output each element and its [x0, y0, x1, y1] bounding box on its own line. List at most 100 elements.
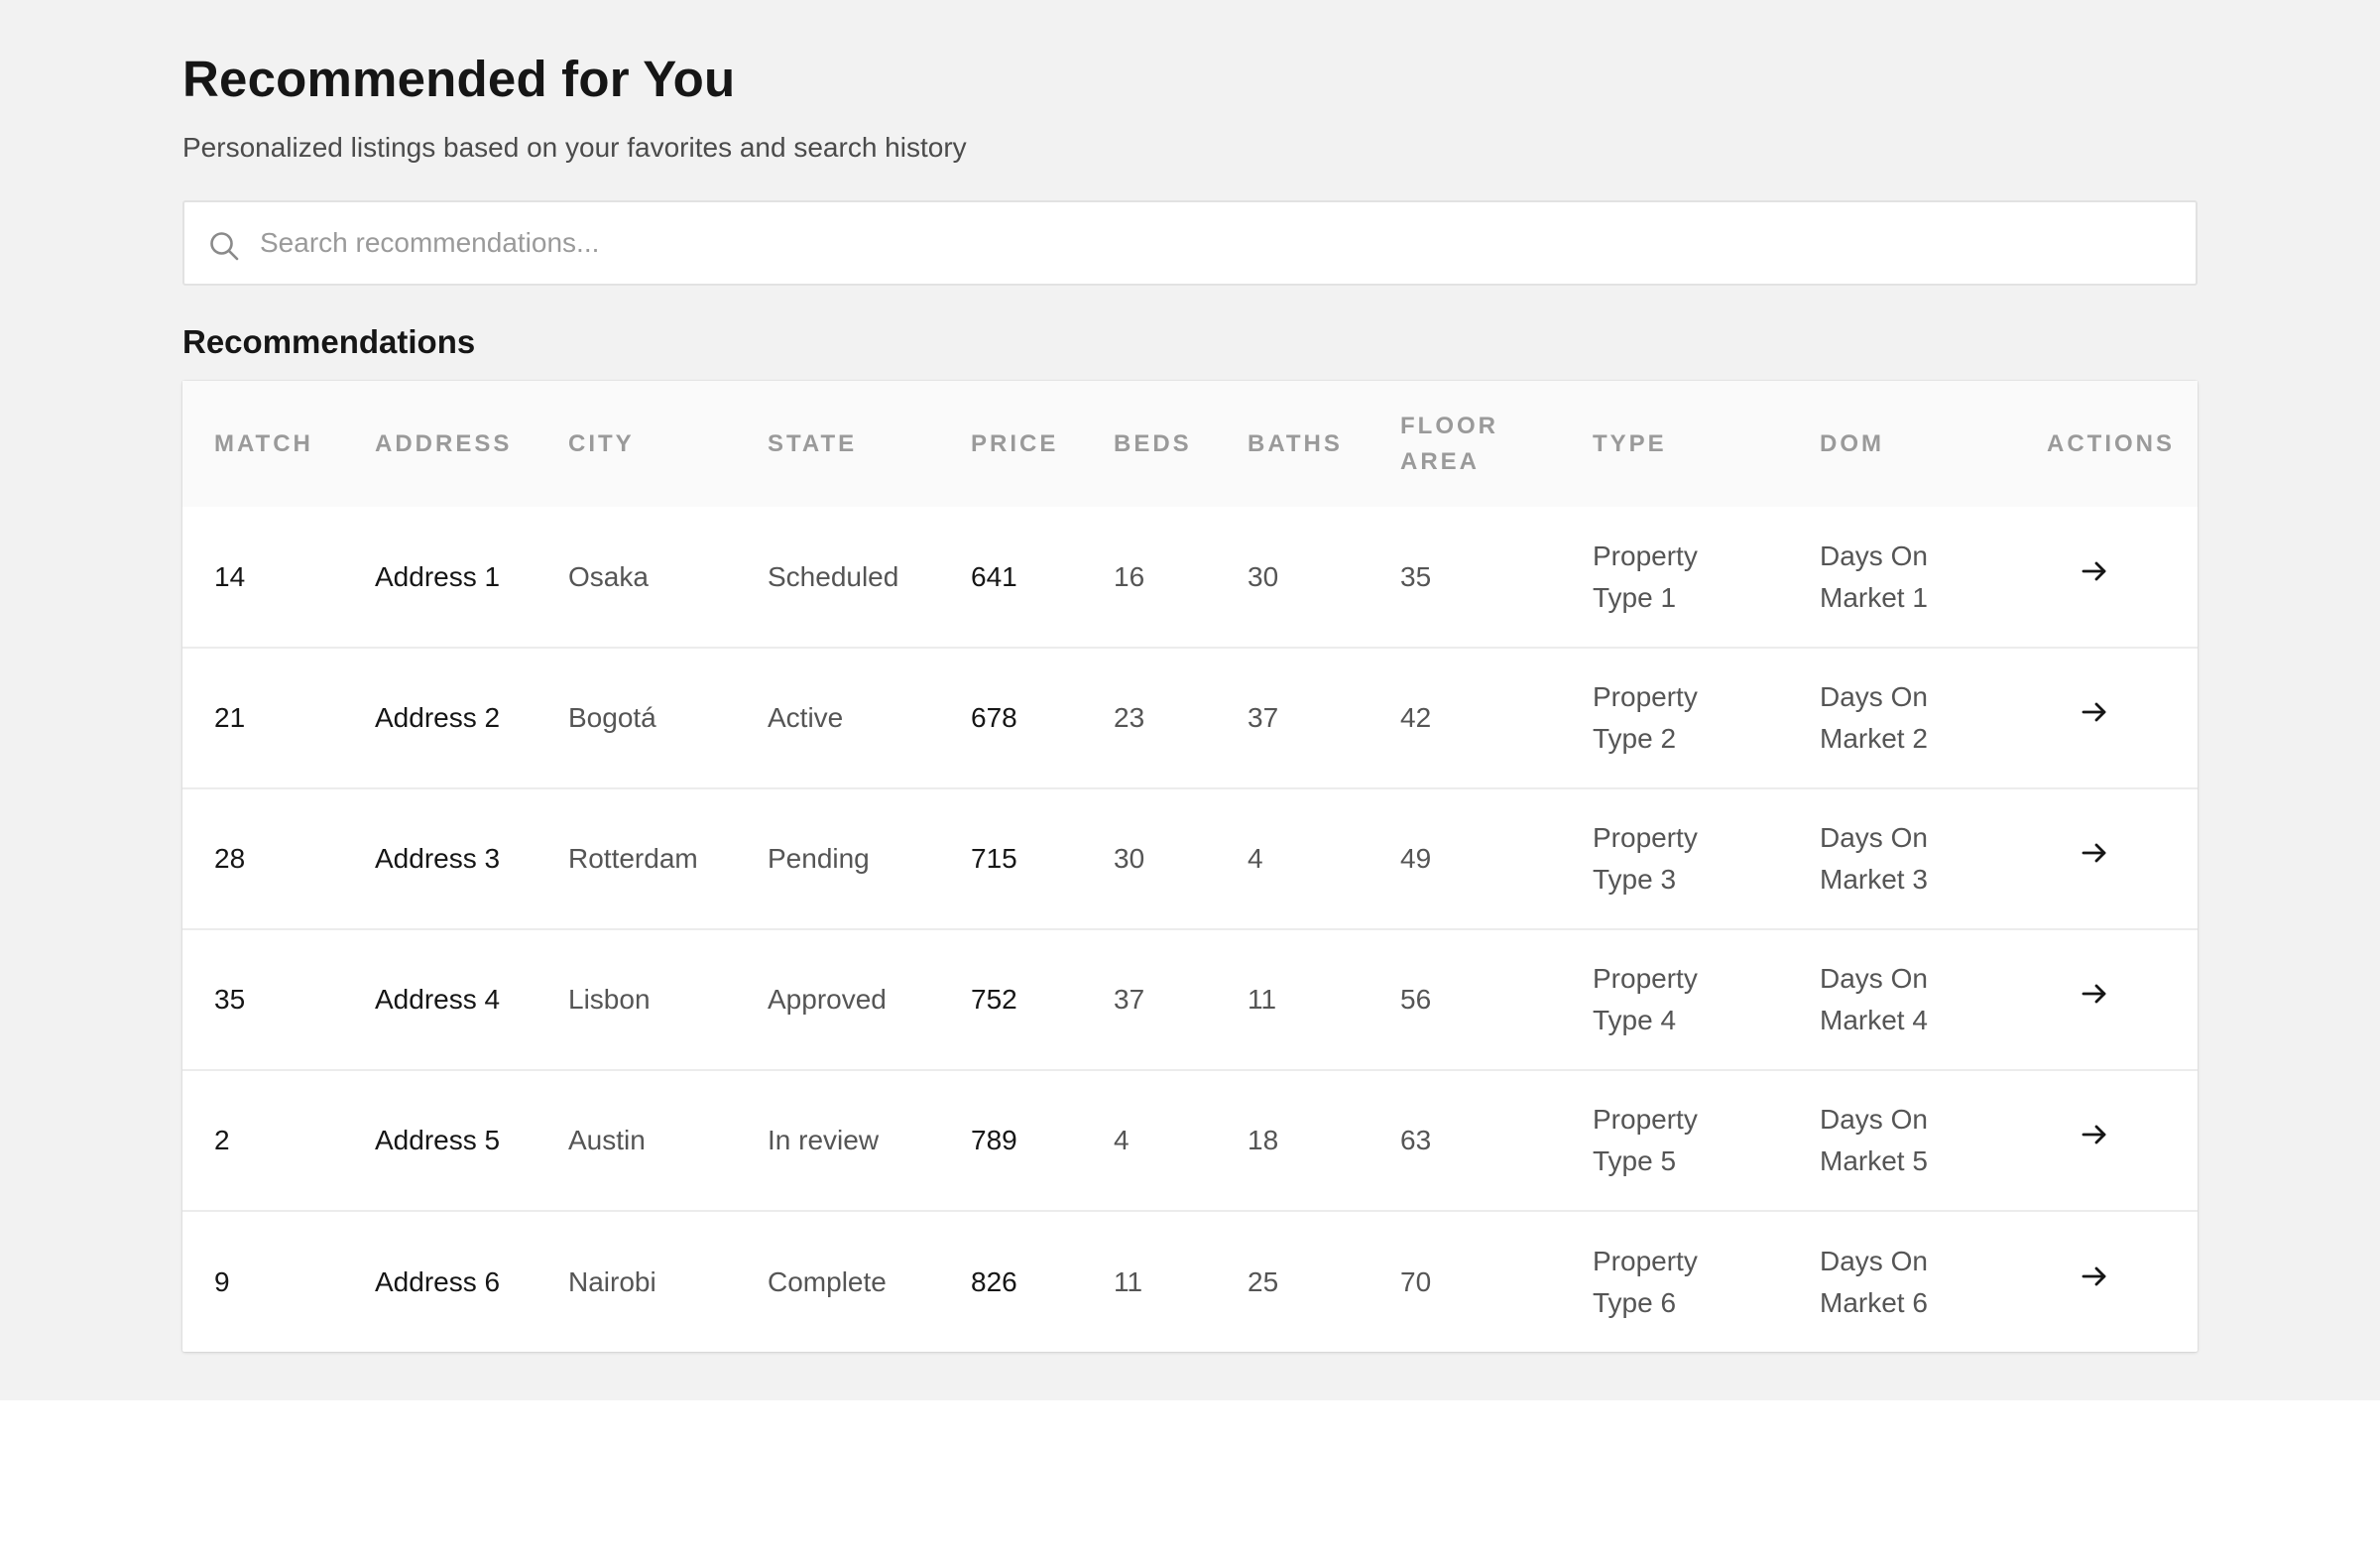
cell-baths: 11 [1248, 984, 1277, 1015]
cell-state: Scheduled [768, 560, 899, 592]
arrow-right-icon [2082, 843, 2106, 863]
table-row[interactable]: 2 Address 5 Austin In review 789 4 18 63… [182, 1070, 2198, 1211]
table-header-row: MATCH ADDRESS CITY STATE PRICE BEDS BATH… [182, 381, 2198, 507]
cell-match: 2 [214, 1125, 230, 1155]
cell-city: Lisbon [568, 984, 651, 1015]
arrow-right-icon [2082, 702, 2106, 722]
column-header-dom[interactable]: DOM [1788, 381, 2015, 507]
cell-address: Address 3 [375, 843, 501, 874]
cell-floor-area: 56 [1400, 984, 1432, 1015]
table-body: 14 Address 1 Osaka Scheduled 641 16 30 3… [182, 507, 2198, 1352]
cell-address: Address 4 [375, 984, 501, 1015]
section-heading: Recommendations [182, 323, 476, 360]
cell-city: Rotterdam [568, 843, 698, 874]
column-header-baths[interactable]: BATHS [1216, 381, 1368, 507]
cell-floor-area: 42 [1400, 702, 1432, 733]
column-header-city[interactable]: CITY [536, 381, 736, 507]
cell-price: 678 [971, 702, 1017, 733]
cell-type: Property Type 5 [1593, 1104, 1698, 1176]
column-header-price[interactable]: PRICE [939, 381, 1082, 507]
column-header-beds[interactable]: BEDS [1082, 381, 1216, 507]
cell-city: Osaka [568, 560, 649, 592]
cell-type: Property Type 4 [1593, 963, 1698, 1035]
cell-actions [2015, 1211, 2198, 1352]
cell-state: Complete [768, 1265, 887, 1297]
cell-type: Property Type 3 [1593, 822, 1698, 895]
cell-beds: 11 [1114, 1265, 1143, 1297]
cell-beds: 37 [1114, 984, 1145, 1015]
column-header-actions: ACTIONS [2047, 429, 2175, 457]
arrow-right-icon [2082, 1125, 2106, 1144]
view-listing-button[interactable] [2075, 1257, 2114, 1296]
cell-beds: 16 [1114, 560, 1145, 592]
cell-address: Address 1 [375, 560, 501, 592]
cell-baths: 4 [1248, 843, 1263, 874]
column-header-address[interactable]: ADDRESS [343, 381, 536, 507]
cell-actions [2015, 1070, 2198, 1211]
arrow-right-icon [2082, 1266, 2106, 1285]
cell-match: 21 [214, 702, 246, 733]
cell-state: Active [768, 702, 844, 733]
cell-match: 28 [214, 843, 246, 874]
cell-floor-area: 35 [1400, 560, 1432, 592]
column-header-type[interactable]: TYPE [1561, 381, 1788, 507]
cell-match: 9 [214, 1265, 230, 1297]
cell-actions [2015, 929, 2198, 1070]
cell-baths: 25 [1248, 1265, 1279, 1297]
column-header-state[interactable]: STATE [736, 381, 939, 507]
arrow-right-icon [2082, 561, 2106, 580]
search-input[interactable] [260, 202, 2174, 284]
search-bar[interactable] [182, 200, 2198, 286]
cell-beds: 23 [1114, 702, 1145, 733]
cell-match: 14 [214, 560, 246, 592]
page-background: Recommended for You Personalized listing… [0, 0, 2380, 1400]
view-listing-button[interactable] [2075, 692, 2114, 732]
cell-city: Austin [568, 1125, 646, 1155]
cell-price: 789 [971, 1125, 1017, 1155]
cell-actions [2015, 648, 2198, 788]
cell-state: In review [768, 1125, 880, 1155]
cell-actions [2015, 507, 2198, 648]
cell-dom: Days On Market 6 [1820, 1245, 1928, 1318]
column-header-floor-area[interactable]: FLOOR AREA [1368, 381, 1561, 507]
cell-price: 641 [971, 560, 1017, 592]
cell-baths: 30 [1248, 560, 1279, 592]
recommendations-table-card: MATCH ADDRESS CITY STATE PRICE BEDS BATH… [182, 381, 2198, 1352]
cell-floor-area: 70 [1400, 1265, 1432, 1297]
cell-dom: Days On Market 3 [1820, 822, 1928, 895]
cell-type: Property Type 2 [1593, 681, 1698, 754]
cell-floor-area: 63 [1400, 1125, 1432, 1155]
cell-dom: Days On Market 4 [1820, 963, 1928, 1035]
view-listing-button[interactable] [2075, 974, 2114, 1014]
view-listing-button[interactable] [2075, 551, 2114, 591]
cell-beds: 4 [1114, 1125, 1130, 1155]
cell-type: Property Type 1 [1593, 540, 1698, 613]
cell-price: 715 [971, 843, 1017, 874]
view-listing-button[interactable] [2075, 1115, 2114, 1154]
cell-city: Bogotá [568, 702, 656, 733]
cell-dom: Days On Market 2 [1820, 681, 1928, 754]
cell-dom: Days On Market 5 [1820, 1104, 1928, 1176]
table-row[interactable]: 35 Address 4 Lisbon Approved 752 37 11 5… [182, 929, 2198, 1070]
table-row[interactable]: 21 Address 2 Bogotá Active 678 23 37 42 … [182, 648, 2198, 788]
cell-state: Approved [768, 984, 887, 1015]
cell-address: Address 6 [375, 1265, 501, 1297]
view-listing-button[interactable] [2075, 833, 2114, 873]
cell-match: 35 [214, 984, 246, 1015]
recommendations-table: MATCH ADDRESS CITY STATE PRICE BEDS BATH… [182, 381, 2198, 1352]
table-row[interactable]: 14 Address 1 Osaka Scheduled 641 16 30 3… [182, 507, 2198, 648]
table-row[interactable]: 28 Address 3 Rotterdam Pending 715 30 4 … [182, 788, 2198, 929]
cell-beds: 30 [1114, 843, 1145, 874]
cell-address: Address 2 [375, 702, 501, 733]
cell-baths: 18 [1248, 1125, 1279, 1155]
table-row[interactable]: 9 Address 6 Nairobi Complete 826 11 25 7… [182, 1211, 2198, 1352]
page-subtitle: Personalized listings based on your favo… [182, 132, 967, 163]
cell-baths: 37 [1248, 702, 1279, 733]
search-icon [208, 230, 240, 262]
cell-city: Nairobi [568, 1265, 656, 1297]
column-header-match[interactable]: MATCH [182, 381, 343, 507]
cell-address: Address 5 [375, 1125, 501, 1155]
cell-price: 826 [971, 1265, 1017, 1297]
cell-type: Property Type 6 [1593, 1245, 1698, 1318]
cell-price: 752 [971, 984, 1017, 1015]
